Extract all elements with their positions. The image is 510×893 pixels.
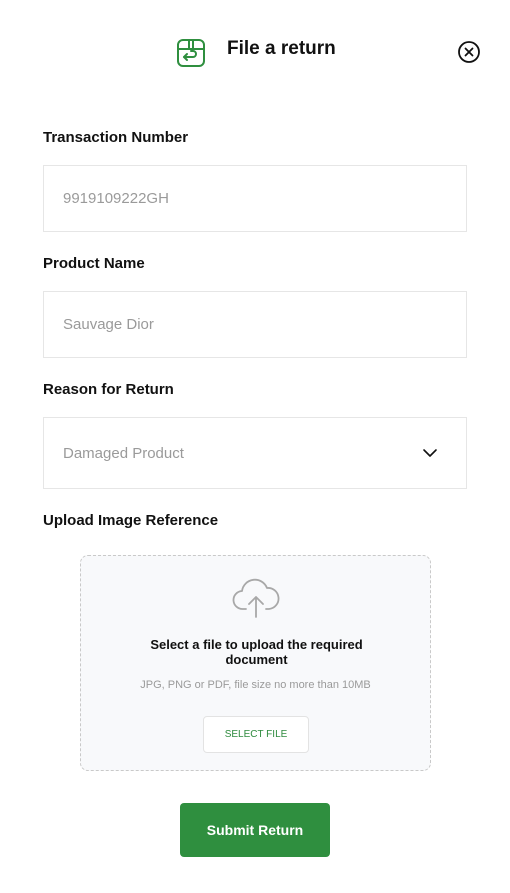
modal-header: File a return: [0, 0, 510, 100]
upload-title: Select a file to upload the required doc…: [150, 637, 363, 667]
upload-label: Upload Image Reference: [43, 512, 219, 529]
transaction-number-label: Transaction Number: [43, 129, 189, 146]
submit-return-button[interactable]: Submit Return: [180, 803, 330, 857]
reason-label: Reason for Return: [43, 381, 174, 398]
page-title: File a return: [227, 38, 336, 59]
cloud-upload-icon: [232, 578, 280, 618]
chevron-down-icon: [423, 449, 437, 457]
return-box-icon: [177, 39, 205, 67]
product-name-label: Product Name: [43, 255, 145, 272]
close-icon[interactable]: [457, 40, 481, 64]
reason-select[interactable]: Damaged Product: [43, 417, 467, 489]
product-name-input[interactable]: Sauvage Dior: [43, 291, 467, 358]
select-file-button[interactable]: SELECT FILE: [203, 716, 309, 753]
upload-hint: JPG, PNG or PDF, file size no more than …: [140, 679, 371, 691]
reason-select-value: Damaged Product: [63, 444, 184, 462]
upload-dropzone[interactable]: Select a file to upload the required doc…: [80, 555, 431, 771]
transaction-number-input[interactable]: 9919109222GH: [43, 165, 467, 232]
